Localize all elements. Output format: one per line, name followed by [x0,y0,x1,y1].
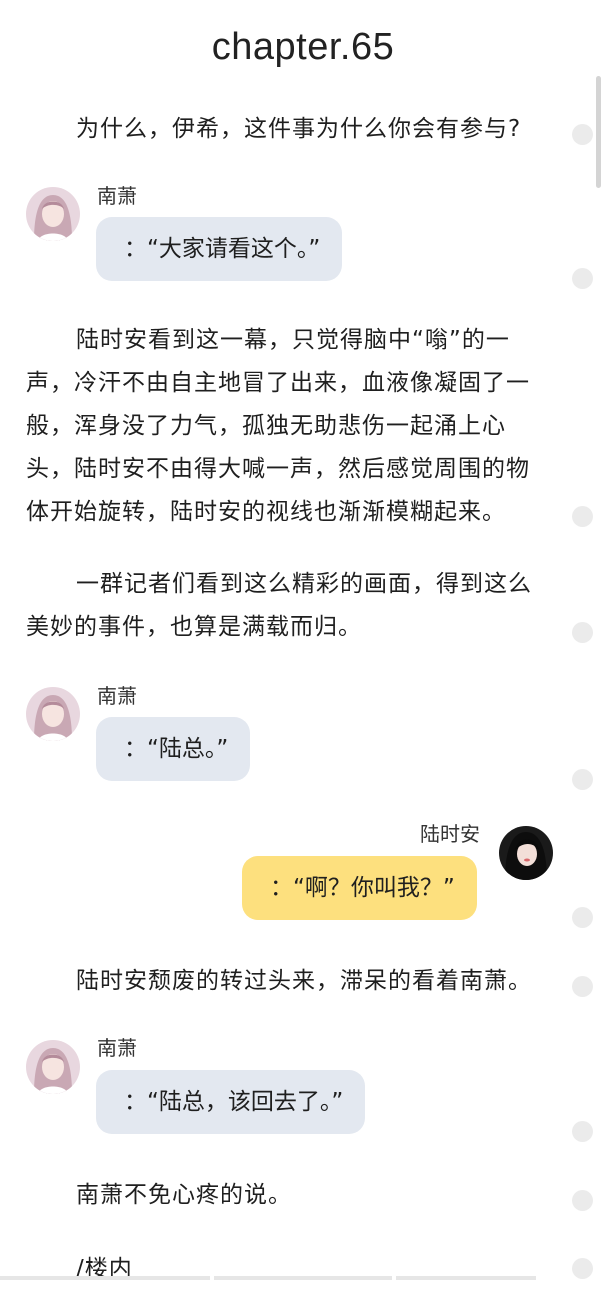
paragraph-comment-dot[interactable] [572,268,593,289]
paragraph-comment-dot[interactable] [572,907,593,928]
paragraph-comment-dot[interactable] [572,506,593,527]
story-paragraph: 陆时安颓废的转过头来，滞呆的看着南萧。 [26,960,550,1003]
speaker-name: 陆时安 [420,822,480,846]
paragraph-comment-dot[interactable] [572,1258,593,1279]
speaker-avatar-nanxiao[interactable] [26,687,80,741]
paragraph-comment-dot[interactable] [572,1190,593,1211]
paragraph-comment-dot[interactable] [572,124,593,145]
dialog-bubble[interactable]: ：“大家请看这个。” [96,217,343,281]
paragraph-text: 南萧不免心疼的说。 [76,1182,292,1208]
paragraph-comment-dot[interactable] [572,976,593,997]
speaker-name: 南萧 [97,684,137,708]
scrollbar-thumb[interactable] [596,76,601,188]
girl-portrait-icon [26,687,80,741]
chapter-title: chapter.65 [211,26,395,68]
paragraph-comment-dot[interactable] [572,622,593,643]
story-paragraph: 陆时安看到这一幕，只觉得脑中“嗡”的一声，冷汗不由自主地冒了出来，血液像凝固了一… [26,319,550,534]
speaker-name: 南萧 [97,184,137,208]
reader-page[interactable]: chapter.65 为什么，伊希，这件事为什么你会有参与? 南萧 ：“大家请看… [0,0,606,1282]
paragraph-text: 一群记者们看到这么精彩的画面，得到这么美妙的事件，也算是满载而归。 [26,571,532,640]
story-paragraph: 为什么，伊希，这件事为什么你会有参与? [26,108,550,151]
paragraph-comment-dot[interactable] [572,769,593,790]
story-paragraph: 一群记者们看到这么精彩的画面，得到这么美妙的事件，也算是满载而归。 [26,563,550,649]
story-paragraph: 南萧不免心疼的说。 [26,1174,550,1217]
dialog-bubble[interactable]: ：“陆总。” [96,717,251,781]
speaker-avatar-nanxiao[interactable] [26,187,80,241]
dialog-bubble[interactable]: ：“啊？你叫我？” [242,856,477,920]
bottom-divider [214,1276,392,1280]
paragraph-comment-dot[interactable] [572,1121,593,1142]
speaker-avatar-lushian[interactable] [499,826,553,880]
girl-portrait-icon [26,1040,80,1094]
bottom-divider [0,1276,210,1280]
dark-hair-portrait-icon [499,826,553,880]
dialog-bubble[interactable]: ：“陆总，该回去了。” [96,1070,366,1134]
speaker-avatar-nanxiao[interactable] [26,1040,80,1094]
paragraph-text: 陆时安颓废的转过头来，滞呆的看着南萧。 [76,968,532,994]
story-paragraph: /楼内 [26,1248,550,1291]
bottom-divider [396,1276,536,1280]
paragraph-text: 陆时安看到这一幕，只觉得脑中“嗡”的一声，冷汗不由自主地冒了出来，血液像凝固了一… [26,327,530,525]
girl-portrait-icon [26,187,80,241]
speaker-name: 南萧 [97,1036,137,1060]
paragraph-text: 为什么，伊希，这件事为什么你会有参与? [76,116,522,142]
